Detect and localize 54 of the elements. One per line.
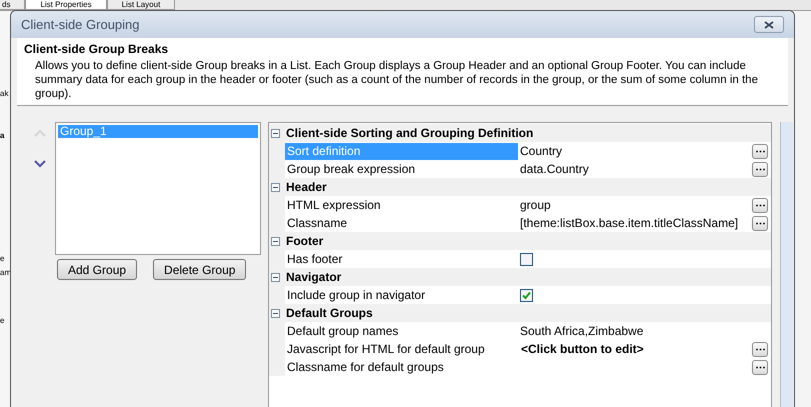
background-text: a xyxy=(0,131,4,141)
chevron-down-icon[interactable] xyxy=(33,159,47,168)
property-value: group xyxy=(520,198,551,212)
category-heading: Navigator xyxy=(286,270,342,284)
close-icon xyxy=(764,20,774,28)
ellipsis-button[interactable] xyxy=(752,144,768,158)
property-name[interactable]: Default group names xyxy=(285,322,518,340)
ellipsis-icon xyxy=(756,204,764,206)
property-value: Country xyxy=(520,144,562,158)
ellipsis-button[interactable] xyxy=(752,342,768,356)
property-value: South Africa,Zimbabwe xyxy=(520,324,644,338)
ellipsis-icon xyxy=(756,168,764,170)
ellipsis-icon xyxy=(756,348,764,350)
category-heading: Client-side Sorting and Grouping Definition xyxy=(286,126,534,140)
ellipsis-icon xyxy=(756,150,764,152)
property-value: data.Country xyxy=(520,162,589,176)
category-heading: Default Groups xyxy=(286,306,373,320)
ellipsis-button[interactable] xyxy=(752,360,768,374)
property-name[interactable]: Has footer xyxy=(285,250,518,268)
ellipsis-icon xyxy=(756,222,764,224)
category-heading: Footer xyxy=(286,234,324,248)
collapse-icon[interactable] xyxy=(271,182,280,192)
category-heading: Header xyxy=(286,180,327,194)
property-name[interactable]: Classname xyxy=(285,214,518,232)
group-button[interactable]: Delete Group xyxy=(153,259,246,280)
window-title: Client-side Grouping xyxy=(21,17,140,32)
section-heading: Client-side Group Breaks xyxy=(24,42,170,56)
ellipsis-icon xyxy=(756,366,764,368)
collapse-icon[interactable] xyxy=(271,236,280,246)
collapse-icon[interactable] xyxy=(271,272,280,282)
checkbox[interactable] xyxy=(520,288,533,302)
background-text: e xyxy=(0,254,4,264)
ellipsis-button[interactable] xyxy=(752,162,768,176)
property-name[interactable]: Group break expression xyxy=(285,160,518,178)
ellipsis-button[interactable] xyxy=(752,198,768,212)
tab[interactable]: List Properties xyxy=(25,0,107,10)
collapse-icon[interactable] xyxy=(271,308,280,318)
tab[interactable]: List Layout xyxy=(106,0,176,10)
background-text: e xyxy=(0,316,4,326)
property-name[interactable]: Javascript for HTML for default group xyxy=(285,340,518,358)
property-name[interactable]: Classname for default groups xyxy=(285,358,518,376)
property-name[interactable]: Include group in navigator xyxy=(285,286,518,304)
ellipsis-button[interactable] xyxy=(752,216,768,230)
property-value: [theme:listBox.base.item.titleClassName] xyxy=(520,216,738,230)
collapse-icon[interactable] xyxy=(271,128,280,138)
property-name[interactable]: HTML expression xyxy=(285,196,518,214)
description-text: Allows you to define client-side Group breaks in a List. Each Group displays a Group Header and an optional Group Footer. You can include summary data for each group in the header or footer (such as a count of the number of records in the group, or the sum of some column in the group). xyxy=(34,59,759,101)
tab[interactable]: ds xyxy=(0,0,26,10)
checkbox[interactable] xyxy=(520,252,533,266)
property-value: <Click button to edit> xyxy=(520,342,644,356)
close-button[interactable] xyxy=(754,16,784,33)
group-button[interactable]: Add Group xyxy=(57,259,138,280)
background-text: ak xyxy=(0,89,8,99)
row-gutter xyxy=(269,358,285,376)
